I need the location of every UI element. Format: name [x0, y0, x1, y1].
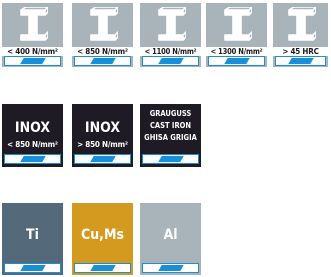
grade-band-icon	[19, 265, 46, 271]
grade-band	[208, 56, 265, 66]
grade-band	[74, 154, 131, 164]
strength-label: < 1100 N/mm²	[140, 47, 201, 56]
i-beam-icon	[157, 7, 186, 41]
material-tile-titanium[interactable]: Ti	[2, 203, 63, 275]
grade-band	[142, 154, 199, 164]
grade-band-icon	[89, 156, 116, 162]
grade-band	[142, 263, 199, 273]
grade-band-icon	[157, 265, 184, 271]
inox-title: INOX	[84, 120, 121, 136]
strength-label: < 850 N/mm²	[7, 140, 58, 149]
material-tile-steel-1100[interactable]: < 1100 N/mm²	[140, 3, 201, 67]
material-tile-steel-850[interactable]: < 850 N/mm²	[72, 3, 133, 67]
grade-band-icon	[157, 58, 184, 64]
strength-label: > 850 N/mm²	[77, 140, 128, 149]
material-tile-steel-hardened[interactable]: > 45 HRC	[273, 3, 328, 67]
grade-band-icon	[157, 156, 184, 162]
material-tile-steel-400[interactable]: < 400 N/mm²	[2, 3, 63, 67]
material-tile-inox-over-850[interactable]: INOX > 850 N/mm²	[72, 104, 133, 167]
grade-band	[74, 263, 131, 273]
grade-band	[74, 56, 131, 66]
hardness-label: > 45 HRC	[273, 47, 328, 56]
material-tile-copper-brass[interactable]: Cu,Ms	[72, 203, 133, 275]
material-tile-aluminium[interactable]: Al	[140, 203, 201, 275]
i-beam-icon	[19, 7, 48, 41]
tool-material-panel: { "steel": [ {"label": "< 400 N/mm²"}, {…	[0, 0, 331, 277]
cast-iron-label-it: GHISA GRIGIA	[144, 133, 197, 142]
material-tile-cast-iron[interactable]: GRAUGUSS CAST IRON GHISA GRIGIA	[140, 104, 201, 167]
i-beam-icon	[287, 7, 316, 41]
i-beam-icon	[223, 7, 252, 41]
strength-label: < 400 N/mm²	[2, 47, 63, 56]
cast-iron-labels: GRAUGUSS CAST IRON GHISA GRIGIA	[140, 108, 201, 144]
strength-label: < 850 N/mm²	[72, 47, 133, 56]
material-label: Ti	[26, 227, 39, 243]
grade-band	[4, 263, 61, 273]
grade-band-icon	[89, 265, 116, 271]
material-label: Cu,Ms	[80, 227, 125, 243]
inox-title: INOX	[14, 120, 51, 136]
grade-band	[4, 56, 61, 66]
material-label: Al	[163, 227, 178, 243]
material-tile-steel-1300[interactable]: < 1300 N/mm²	[206, 3, 267, 67]
grade-band-icon	[89, 58, 116, 64]
strength-label: < 1300 N/mm²	[206, 47, 267, 56]
grade-band-icon	[19, 58, 46, 64]
grade-band	[4, 154, 61, 164]
grade-band-icon	[223, 58, 250, 64]
i-beam-icon	[89, 7, 118, 41]
cast-iron-label-de: GRAUGUSS	[149, 109, 192, 118]
material-tile-inox-850[interactable]: INOX < 850 N/mm²	[2, 104, 63, 167]
grade-band-icon	[287, 58, 314, 64]
grade-band-icon	[19, 156, 46, 162]
cast-iron-label-en: CAST IRON	[149, 121, 192, 130]
grade-band	[275, 56, 326, 66]
grade-band	[142, 56, 199, 66]
